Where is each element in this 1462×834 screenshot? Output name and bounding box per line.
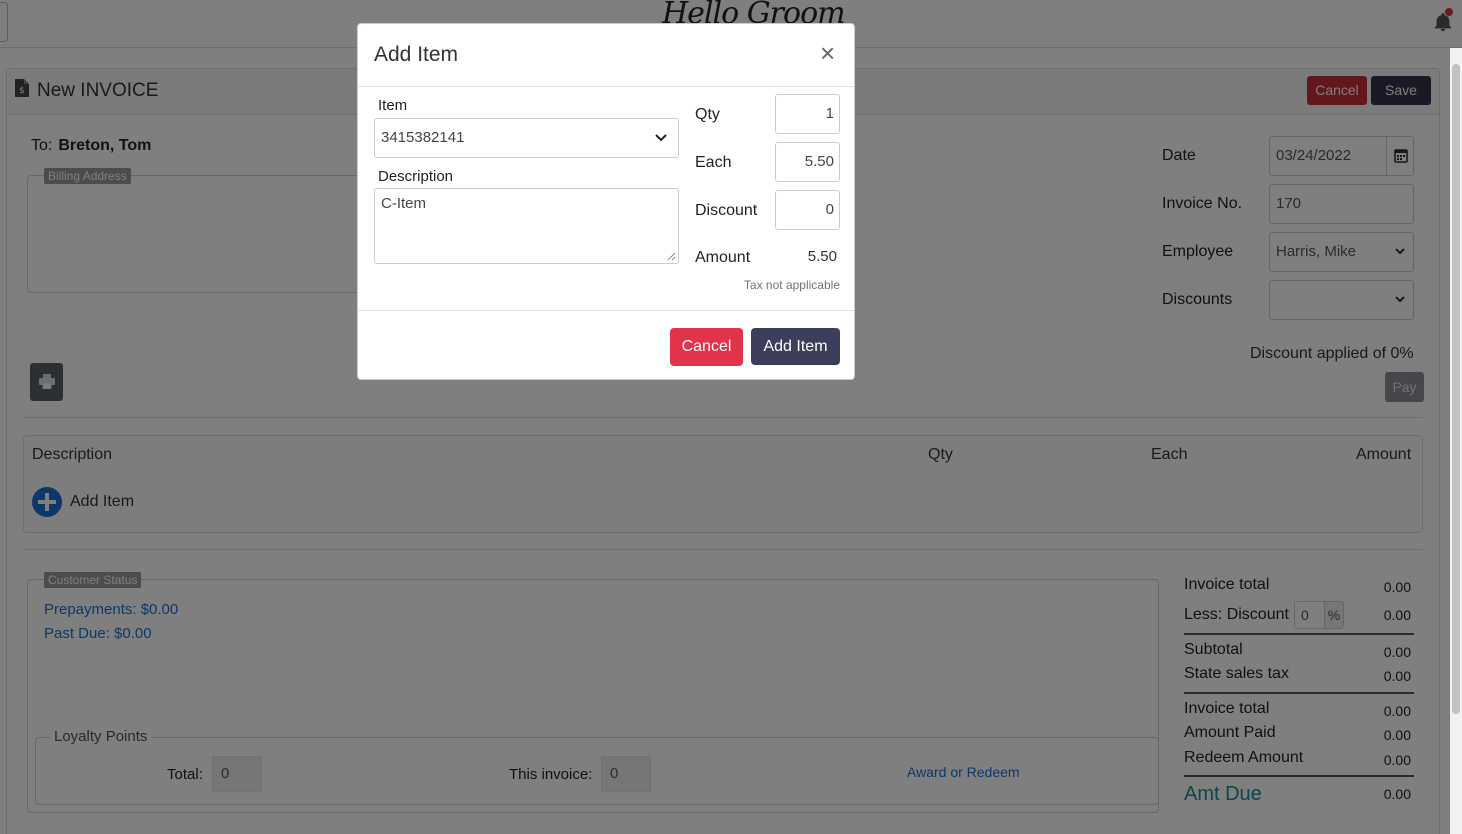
amount-label: Amount xyxy=(695,249,751,266)
item-select-value: 3415382141 xyxy=(381,129,465,146)
item-label: Item xyxy=(378,97,408,114)
close-icon[interactable]: × xyxy=(820,40,835,66)
modal-header: Add Item × xyxy=(358,24,854,87)
description-label: Description xyxy=(378,168,454,185)
resize-grip-icon[interactable] xyxy=(667,252,676,261)
tax-note: Tax not applicable xyxy=(743,278,840,292)
chevron-down-icon xyxy=(655,134,667,142)
scrollbar-thumb[interactable] xyxy=(1452,64,1460,714)
modal-footer: Cancel Add Item xyxy=(358,310,854,380)
description-textarea[interactable]: C-Item xyxy=(374,188,679,264)
modal-title: Add Item xyxy=(374,43,459,66)
each-input[interactable]: 5.50 xyxy=(775,142,840,182)
modal-add-item-button[interactable]: Add Item xyxy=(751,328,840,365)
qty-input[interactable]: 1 xyxy=(775,94,840,134)
modal-cancel-button[interactable]: Cancel xyxy=(670,328,743,366)
qty-label: Qty xyxy=(695,106,720,123)
discount-input[interactable]: 0 xyxy=(775,190,840,230)
page-scrollbar[interactable] xyxy=(1450,48,1462,834)
amount-value: 5.50 xyxy=(807,248,837,265)
discount-label: Discount xyxy=(695,202,758,219)
description-value: C-Item xyxy=(381,195,426,212)
each-label: Each xyxy=(695,154,732,171)
item-select[interactable]: 3415382141 xyxy=(374,118,679,158)
add-item-modal: Add Item × Item 3415382141 Description C… xyxy=(357,23,855,380)
